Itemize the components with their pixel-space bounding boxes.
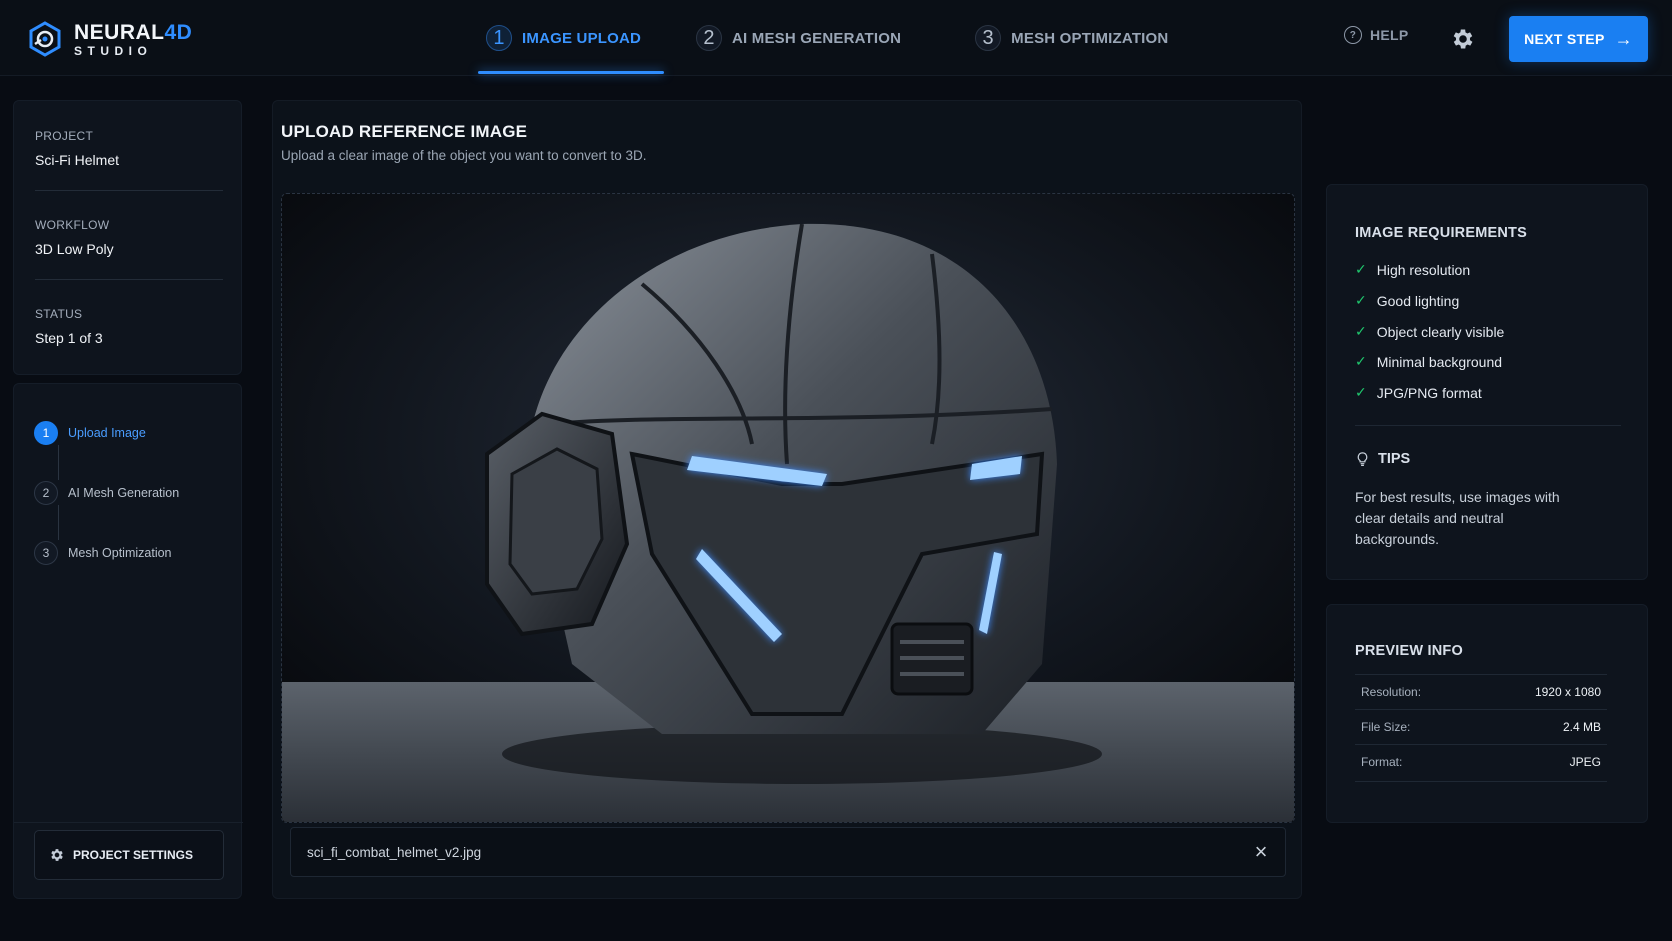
requirement-item: ✓ Good lighting xyxy=(1355,292,1459,309)
upload-panel: UPLOAD REFERENCE IMAGE Upload a clear im… xyxy=(272,100,1302,899)
sidebar-step-label: Mesh Optimization xyxy=(68,546,172,560)
project-value: Sci-Fi Helmet xyxy=(35,152,120,168)
project-info-card: PROJECT Sci-Fi Helmet WORKFLOW 3D Low Po… xyxy=(13,100,242,375)
preview-row: File Size: 2.4 MB xyxy=(1355,709,1607,744)
requirement-label: JPG/PNG format xyxy=(1376,384,1482,401)
divider xyxy=(14,822,243,823)
page-subtitle: Upload a clear image of the object you w… xyxy=(281,148,647,163)
tab-ai-mesh-generation[interactable]: 2 AI MESH GENERATION xyxy=(688,0,909,76)
requirement-label: Object clearly visible xyxy=(1376,323,1505,340)
preview-key: Resolution: xyxy=(1361,685,1422,699)
sidebar-step-label: Upload Image xyxy=(68,426,146,440)
brand-subtitle: STUDIO xyxy=(74,43,153,58)
sidebar-steps-card: 1 Upload Image 2 AI Mesh Generation 3 Me… xyxy=(13,383,243,899)
tips-text: For best results, use images with clear … xyxy=(1355,489,1560,547)
requirements-title: IMAGE REQUIREMENTS xyxy=(1355,225,1527,241)
check-icon: ✓ xyxy=(1355,384,1367,400)
step-number: 2 xyxy=(696,25,722,51)
step-connector xyxy=(58,505,59,540)
preview-title: PREVIEW INFO xyxy=(1355,643,1463,659)
tab-label: IMAGE UPLOAD xyxy=(522,29,642,47)
gear-icon xyxy=(51,849,63,861)
step-number: 1 xyxy=(486,25,512,51)
logo-icon xyxy=(29,21,61,57)
close-icon[interactable]: × xyxy=(1249,839,1273,864)
preview-value: 1920 x 1080 xyxy=(1534,685,1601,699)
divider xyxy=(1355,781,1607,782)
tips-heading: TIPS xyxy=(1355,451,1410,467)
tab-mesh-optimization[interactable]: 3 MESH OPTIMIZATION xyxy=(967,0,1176,76)
divider xyxy=(35,279,223,280)
sidebar-step-mesh-optimization[interactable]: 3 Mesh Optimization xyxy=(34,541,172,565)
sidebar-step-upload-image[interactable]: 1 Upload Image xyxy=(34,421,146,445)
tab-label: MESH OPTIMIZATION xyxy=(1011,29,1169,47)
image-dropzone[interactable] xyxy=(281,193,1295,823)
app-logo[interactable]: NEURAL4D STUDIO xyxy=(26,20,192,58)
requirement-item: ✓ High resolution xyxy=(1355,261,1470,278)
selected-file-row: sci_fi_combat_helmet_v2.jpg × xyxy=(290,827,1286,877)
help-icon: ? xyxy=(1344,26,1362,44)
requirement-label: Good lighting xyxy=(1376,292,1460,309)
helmet-preview-image xyxy=(282,194,1294,822)
preview-row: Resolution: 1920 x 1080 xyxy=(1355,674,1607,709)
check-icon: ✓ xyxy=(1355,292,1367,308)
step-number: 1 xyxy=(34,421,58,445)
sidebar-step-ai-mesh-generation[interactable]: 2 AI Mesh Generation xyxy=(34,481,179,505)
preview-value: JPEG xyxy=(1569,755,1601,769)
step-number: 2 xyxy=(34,481,58,505)
check-icon: ✓ xyxy=(1355,261,1367,277)
requirement-item: ✓ Minimal background xyxy=(1355,353,1502,370)
project-settings-label: PROJECT SETTINGS xyxy=(73,848,194,862)
arrow-right-icon: → xyxy=(1614,28,1633,49)
next-step-label: NEXT STEP xyxy=(1524,31,1605,47)
preview-key: File Size: xyxy=(1361,720,1411,734)
step-connector xyxy=(58,445,59,480)
page-title: UPLOAD REFERENCE IMAGE xyxy=(281,122,528,141)
image-requirements-card: IMAGE REQUIREMENTS ✓ High resolution ✓ Goo… xyxy=(1326,184,1648,580)
gear-icon[interactable] xyxy=(1450,26,1476,52)
status-value: Step 1 of 3 xyxy=(35,330,103,346)
step-number: 3 xyxy=(34,541,58,565)
preview-row: Format: JPEG xyxy=(1355,744,1607,779)
status-label: STATUS xyxy=(35,307,83,321)
project-settings-button[interactable]: PROJECT SETTINGS xyxy=(34,830,224,880)
tab-image-upload[interactable]: 1 IMAGE UPLOAD xyxy=(478,0,664,76)
preview-info-card: PREVIEW INFO Resolution: 1920 x 1080 Fil… xyxy=(1326,604,1648,823)
help-label: HELP xyxy=(1370,27,1409,43)
sidebar-step-label: AI Mesh Generation xyxy=(68,486,180,500)
check-icon: ✓ xyxy=(1355,323,1367,339)
brand-name: NEURAL xyxy=(74,20,165,44)
requirement-label: High resolution xyxy=(1376,261,1471,278)
next-step-button[interactable]: NEXT STEP → xyxy=(1509,16,1648,62)
tips-title: TIPS xyxy=(1378,451,1411,467)
tab-label: AI MESH GENERATION xyxy=(732,29,902,47)
help-button[interactable]: ? HELP xyxy=(1344,26,1409,44)
preview-key: Format: xyxy=(1361,755,1403,769)
divider xyxy=(1355,425,1621,426)
workflow-value: 3D Low Poly xyxy=(35,241,114,257)
step-number: 3 xyxy=(975,25,1002,51)
requirement-label: Minimal background xyxy=(1376,353,1503,370)
project-label: PROJECT xyxy=(35,129,94,143)
lightbulb-icon xyxy=(1357,452,1368,466)
check-icon: ✓ xyxy=(1355,353,1367,369)
top-bar: NEURAL4D STUDIO 1 IMAGE UPLOAD 2 AI MESH… xyxy=(0,0,1672,76)
workflow-label: WORKFLOW xyxy=(35,218,110,232)
divider xyxy=(35,190,223,191)
requirement-item: ✓ Object clearly visible xyxy=(1355,323,1504,340)
brand-name-accent: 4D xyxy=(164,20,193,44)
workflow-steps-nav: 1 IMAGE UPLOAD 2 AI MESH GENERATION 3 ME… xyxy=(478,0,1176,76)
file-name: sci_fi_combat_helmet_v2.jpg xyxy=(307,844,482,860)
requirement-item: ✓ JPG/PNG format xyxy=(1355,384,1482,401)
preview-value: 2.4 MB xyxy=(1562,720,1601,734)
